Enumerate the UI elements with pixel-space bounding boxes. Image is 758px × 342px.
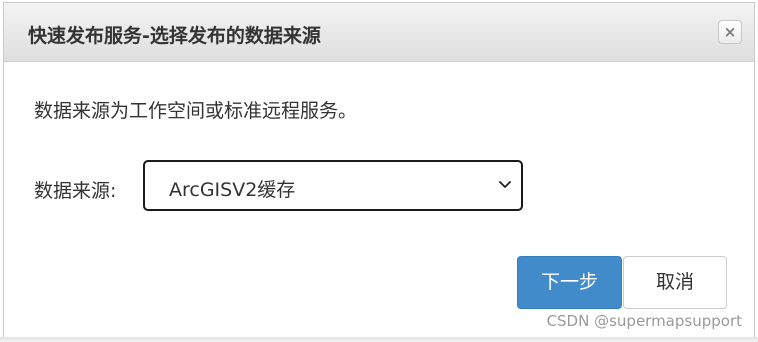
chevron-down-icon [499, 181, 511, 188]
watermark-text: CSDN @supermapsupport [546, 312, 742, 330]
publish-service-dialog: 快速发布服务-选择发布的数据来源 × 数据来源为工作空间或标准远程服务。 数据来… [3, 2, 755, 338]
data-source-select[interactable]: ArcGISV2缓存 [143, 160, 523, 211]
dialog-title-bar[interactable]: 快速发布服务-选择发布的数据来源 × [4, 3, 754, 62]
data-source-selected-value: ArcGISV2缓存 [169, 179, 296, 201]
close-button[interactable]: × [718, 20, 742, 44]
page: 快速发布服务-选择发布的数据来源 × 数据来源为工作空间或标准远程服务。 数据来… [0, 0, 758, 342]
dialog-title: 快速发布服务-选择发布的数据来源 [28, 25, 321, 47]
close-icon: × [723, 23, 737, 41]
dialog-description: 数据来源为工作空间或标准远程服务。 [34, 100, 358, 122]
data-source-label: 数据来源: [34, 180, 117, 202]
next-step-button[interactable]: 下一步 [517, 256, 622, 309]
cancel-button[interactable]: 取消 [623, 256, 727, 309]
bottom-edge [0, 337, 758, 342]
